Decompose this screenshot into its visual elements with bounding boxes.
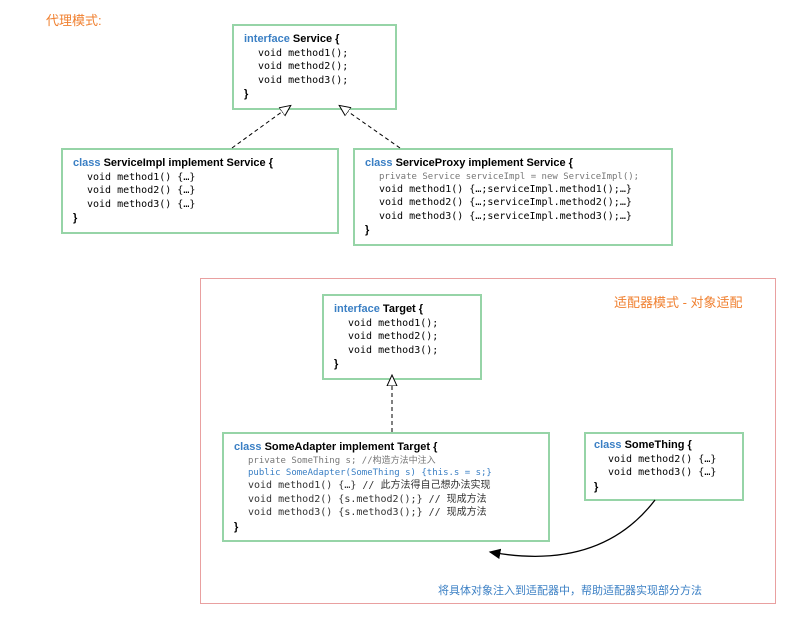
kw-class: class [234, 441, 262, 453]
kw-class: class [365, 157, 393, 169]
brace-open: { [335, 33, 339, 45]
brace-open: { [433, 441, 437, 453]
proxy-m2: void method2() {…;serviceImpl.method2();… [365, 196, 661, 210]
kw-class: class [73, 157, 101, 169]
kw-implement: implement [468, 157, 523, 169]
tgt-m2: void method2(); [334, 330, 470, 344]
proxy-title: 代理模式: [46, 10, 102, 29]
kw-class: class [594, 439, 622, 451]
brace-close: } [365, 223, 661, 238]
box-target-interface: interface Target { void method1(); void … [322, 294, 482, 380]
proxy-priv: private Service serviceImpl = new Servic… [365, 171, 661, 183]
svc-m1: void method1(); [244, 47, 385, 61]
ada-m3: void method3() {s.method3();} // 现成方法 [234, 506, 538, 520]
adapter-caption: 将具体对象注入到适配器中，帮助适配器实现部分方法 [438, 582, 702, 598]
impl-m3: void method3() {…} [73, 198, 327, 212]
ada-m2: void method2() {s.method2();} // 现成方法 [234, 493, 538, 507]
proxy-m1: void method1() {…;serviceImpl.method1();… [365, 183, 661, 197]
arrow-proxy-to-service [340, 106, 400, 148]
box-service-proxy: class ServiceProxy implement Service { p… [353, 148, 673, 246]
name-something: SomeThing [625, 439, 685, 451]
kw-implement: implement [339, 441, 394, 453]
brace-close: } [234, 520, 538, 535]
name-target: Target [383, 303, 416, 315]
box-some-thing: class SomeThing { void method2() {…} voi… [584, 432, 744, 501]
kw-implement: implement [168, 157, 223, 169]
brace-open: { [688, 439, 692, 451]
brace-open: { [269, 157, 273, 169]
brace-open: { [569, 157, 573, 169]
name-someadapter: SomeAdapter [265, 441, 337, 453]
name-target-ref: Target [397, 441, 430, 453]
box-service-interface: interface Service { void method1(); void… [232, 24, 397, 110]
impl-m1: void method1() {…} [73, 171, 327, 185]
svc-m3: void method3(); [244, 74, 385, 88]
box-service-impl: class ServiceImpl implement Service { vo… [61, 148, 339, 234]
kw-interface: interface [244, 33, 290, 45]
ada-m1: void method1() {…} // 此方法得自己想办法实现 [234, 479, 538, 493]
brace-close: } [73, 211, 327, 226]
name-service: Service [293, 33, 332, 45]
arrow-impl-to-service [232, 106, 290, 148]
ada-ctor: public SomeAdapter(SomeThing s) {this.s … [234, 467, 538, 479]
name-serviceproxy: ServiceProxy [396, 157, 466, 169]
st-m2: void method2() {…} [594, 453, 734, 467]
kw-interface: interface [334, 303, 380, 315]
name-service-ref: Service [227, 157, 266, 169]
svc-m2: void method2(); [244, 60, 385, 74]
adapter-title: 适配器模式 - 对象适配 [614, 292, 743, 311]
impl-m2: void method2() {…} [73, 184, 327, 198]
brace-close: } [334, 357, 470, 372]
ada-priv: private SomeThing s; //构造方法中注入 [234, 455, 538, 467]
brace-open: { [419, 303, 423, 315]
brace-close: } [594, 480, 734, 495]
box-some-adapter: class SomeAdapter implement Target { pri… [222, 432, 550, 542]
tgt-m3: void method3(); [334, 344, 470, 358]
st-m3: void method3() {…} [594, 466, 734, 480]
proxy-m3: void method3() {…;serviceImpl.method3();… [365, 210, 661, 224]
name-service-ref2: Service [526, 157, 565, 169]
tgt-m1: void method1(); [334, 317, 470, 331]
name-serviceimpl: ServiceImpl [104, 157, 166, 169]
brace-close: } [244, 87, 385, 102]
